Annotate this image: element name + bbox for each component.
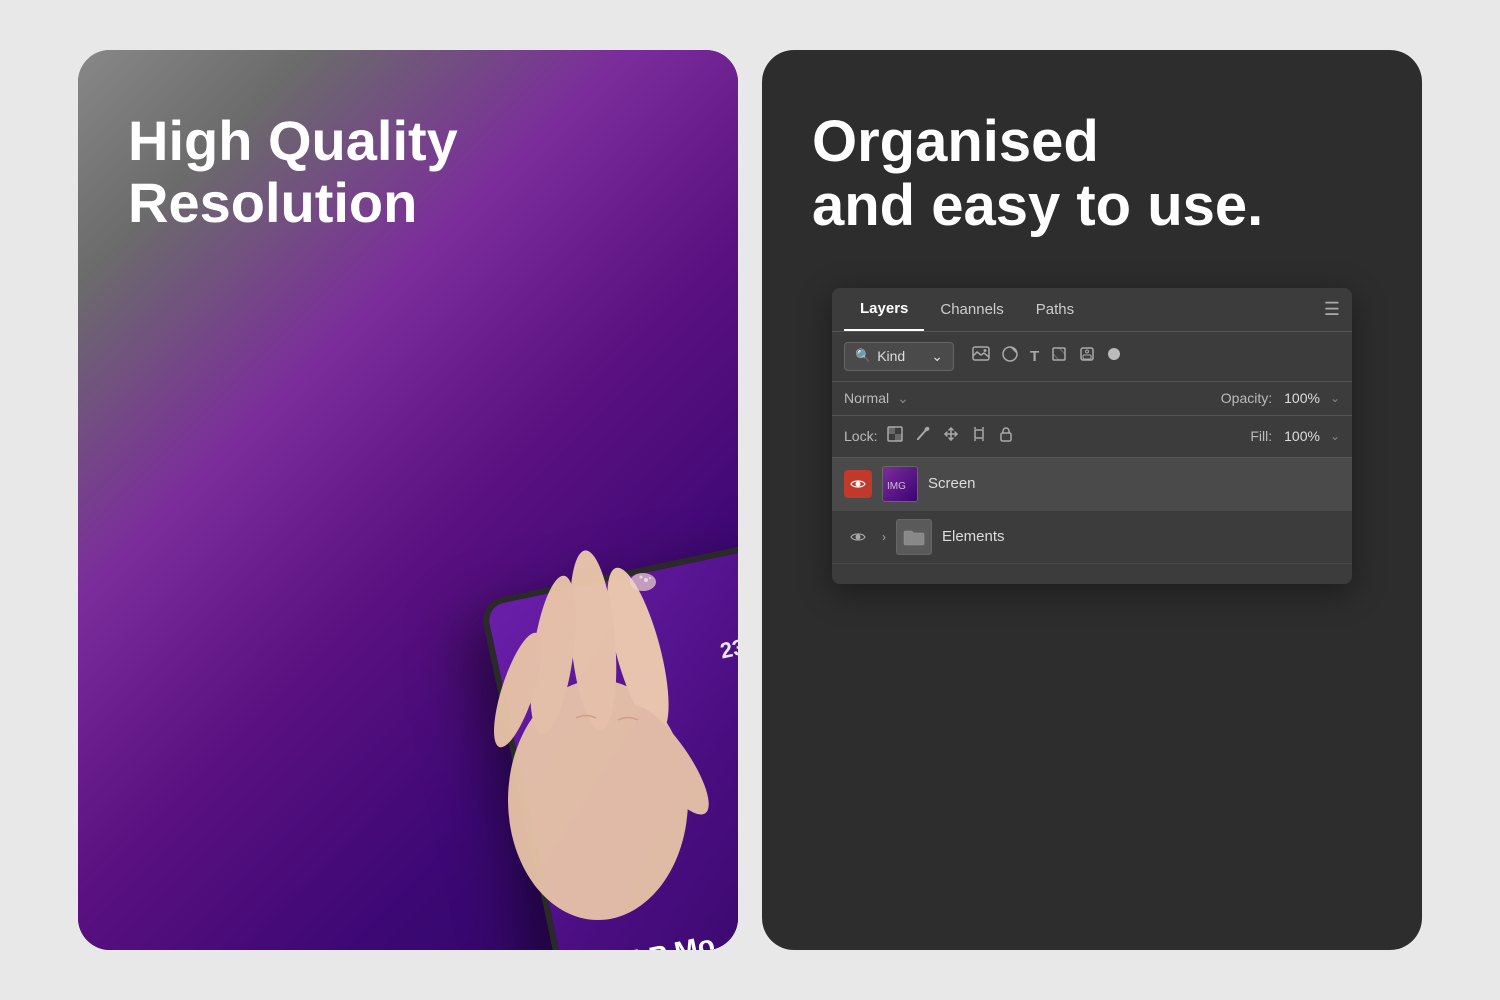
filter-effects-icon[interactable]: [1105, 345, 1123, 368]
panel-bottom-padding: [832, 564, 1352, 584]
tab-paths[interactable]: Paths: [1020, 289, 1090, 330]
right-panel: Organised and easy to use. Layers Channe…: [762, 50, 1422, 950]
ps-filter-row: 🔍 Kind ⌄: [832, 332, 1352, 382]
kind-label: Kind: [877, 348, 905, 364]
lock-all-icon[interactable]: [997, 424, 1015, 449]
ps-lock-row: Lock:: [832, 416, 1352, 458]
ipad-mockup-container: 2388x168 iPad P Mo Your Desig er: [428, 500, 738, 950]
resolution-text: 2388x168: [718, 619, 738, 665]
fill-dropdown-arrow[interactable]: ⌄: [1330, 429, 1340, 443]
heading-line1: High Quality: [128, 109, 458, 172]
kind-dropdown[interactable]: 🔍 Kind ⌄: [844, 342, 954, 371]
ipad-device: 2388x168 iPad P Mo Your Desig er: [479, 531, 738, 950]
opacity-dropdown-arrow[interactable]: ⌄: [1330, 391, 1340, 405]
ipad-screen: 2388x168 iPad P Mo Your Desig er: [486, 538, 738, 950]
fill-value[interactable]: 100%: [1284, 428, 1320, 444]
left-content: High Quality Resolution: [128, 110, 688, 273]
kind-dropdown-arrow: ⌄: [931, 348, 943, 365]
filter-icons: T: [970, 344, 1123, 369]
ps-layers-panel: Layers Channels Paths ☰ 🔍 Kind ⌄: [832, 288, 1352, 584]
fill-label: Fill:: [1250, 428, 1272, 444]
filter-adjustment-icon[interactable]: [1000, 344, 1020, 369]
lock-icons: [885, 424, 1015, 449]
heading-easy: and easy to use.: [812, 173, 1263, 238]
layer-expand-arrow[interactable]: ›: [882, 530, 886, 544]
svg-text:IMG: IMG: [887, 481, 906, 492]
layer-elements[interactable]: › Elements: [832, 511, 1352, 564]
panel-menu-icon[interactable]: ☰: [1324, 299, 1340, 320]
lock-artboard-icon[interactable]: [969, 424, 989, 449]
ps-tabs-row: Layers Channels Paths ☰: [832, 288, 1352, 332]
layer-thumb-screen: IMG: [882, 466, 918, 502]
tab-channels[interactable]: Channels: [924, 289, 1019, 330]
layer-visibility-screen[interactable]: [844, 470, 872, 498]
filter-smartobject-icon[interactable]: [1077, 344, 1097, 369]
blend-mode-value: Normal: [844, 390, 889, 406]
lock-position-icon[interactable]: [941, 424, 961, 449]
opacity-label: Opacity:: [1221, 390, 1272, 406]
ps-opacity-row: Normal ⌄ Opacity: 100% ⌄: [832, 382, 1352, 416]
layer-name-screen: Screen: [928, 475, 976, 492]
opacity-value[interactable]: 100%: [1284, 390, 1320, 406]
heading-organised: Organised: [812, 109, 1099, 174]
layer-thumb-elements: [896, 519, 932, 555]
heading-line2: Resolution: [128, 171, 417, 234]
layer-screen[interactable]: IMG Screen: [832, 458, 1352, 511]
lock-label: Lock:: [844, 428, 877, 444]
lock-pixels-icon[interactable]: [913, 424, 933, 449]
layer-name-elements: Elements: [942, 528, 1005, 545]
search-icon-small: 🔍: [855, 348, 871, 364]
layer-visibility-elements[interactable]: [844, 523, 872, 551]
filter-type-icon[interactable]: T: [1028, 346, 1041, 367]
blend-mode-dropdown[interactable]: Normal ⌄: [844, 390, 944, 407]
filter-shape-icon[interactable]: [1049, 344, 1069, 369]
left-panel: High Quality Resolution 2388x168 iPad P …: [78, 50, 738, 950]
organised-heading: Organised and easy to use.: [812, 110, 1372, 238]
high-quality-heading: High Quality Resolution: [128, 110, 688, 233]
filter-image-icon[interactable]: [970, 344, 992, 369]
ipad-label: iPad P Mo: [581, 928, 718, 950]
blend-arrow: ⌄: [897, 390, 909, 407]
tab-layers[interactable]: Layers: [844, 288, 924, 331]
lock-transparency-icon[interactable]: [885, 424, 905, 449]
